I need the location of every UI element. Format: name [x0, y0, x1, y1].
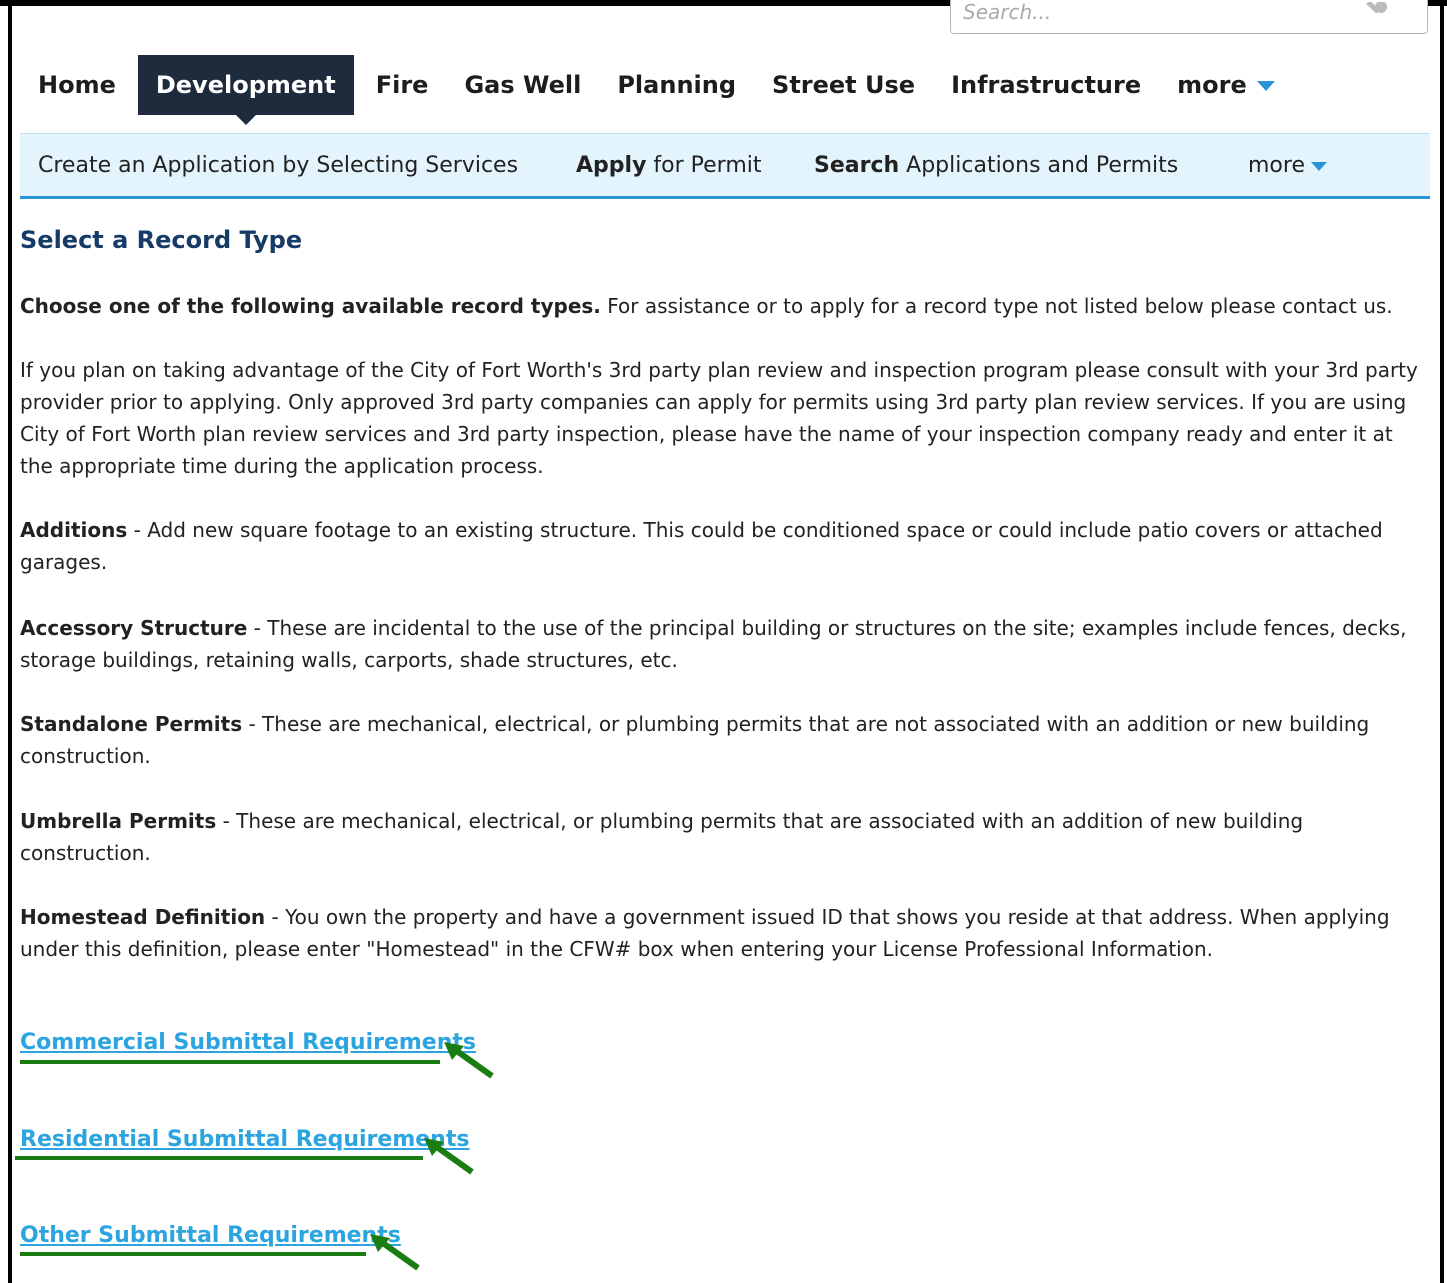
search-bold-text: Search — [814, 153, 900, 178]
search-icon[interactable] — [1366, 2, 1388, 20]
tab-more-label: more — [1177, 71, 1247, 99]
definition-umbrella-permits: Umbrella Permits - These are mechanical,… — [20, 805, 1425, 869]
tab-more[interactable]: more — [1159, 55, 1293, 115]
create-application-link[interactable]: Create an Application by Selecting Servi… — [38, 134, 518, 198]
search-input[interactable] — [961, 0, 1365, 27]
intro-rest-text: For assistance or to apply for a record … — [600, 294, 1393, 318]
intro-paragraph: Choose one of the following available re… — [20, 290, 1425, 322]
tab-infrastructure[interactable]: Infrastructure — [933, 55, 1159, 115]
sub-nav: Create an Application by Selecting Servi… — [20, 133, 1430, 199]
annotation-underline — [20, 1252, 366, 1256]
screenshot-frame-right — [1440, 0, 1444, 1283]
caret-down-icon — [1256, 81, 1275, 91]
annotation-arrow-icon — [424, 1138, 474, 1175]
search-applications-link[interactable]: Search Applications and Permits — [814, 134, 1178, 198]
annotation-arrow-icon — [444, 1042, 494, 1079]
apply-bold-text: Apply — [576, 153, 647, 178]
definition-additions: Additions - Add new square footage to an… — [20, 514, 1425, 578]
definition-text: - Add new square footage to an existing … — [20, 518, 1383, 574]
tab-planning[interactable]: Planning — [599, 55, 754, 115]
screenshot-frame-left — [8, 0, 12, 1283]
definition-term: Homestead Definition — [20, 905, 266, 929]
caret-down-icon — [1311, 161, 1327, 171]
tab-development[interactable]: Development — [137, 55, 354, 125]
definition-term: Additions — [20, 518, 128, 542]
definition-homestead: Homestead Definition - You own the prope… — [20, 901, 1425, 965]
definition-term: Umbrella Permits — [20, 809, 217, 833]
apply-for-permit-link[interactable]: Apply for Permit — [576, 134, 762, 198]
intro-bold-text: Choose one of the following available re… — [20, 294, 601, 318]
commercial-requirements-link[interactable]: Commercial Submittal Requirements — [20, 1030, 476, 1055]
annotation-underline — [20, 1060, 440, 1064]
other-requirements-link[interactable]: Other Submittal Requirements — [20, 1223, 401, 1248]
definition-standalone-permits: Standalone Permits - These are mechanica… — [20, 708, 1425, 772]
definition-term: Standalone Permits — [20, 712, 243, 736]
search-box[interactable] — [950, 0, 1428, 34]
subnav-more[interactable]: more — [1248, 134, 1327, 198]
third-party-paragraph: If you plan on taking advantage of the C… — [20, 358, 1418, 478]
residential-requirements-link[interactable]: Residential Submittal Requirements — [20, 1127, 469, 1152]
subnav-more-label: more — [1248, 153, 1305, 178]
annotation-underline — [15, 1156, 423, 1160]
apply-rest-text: for Permit — [646, 153, 762, 178]
definition-term: Accessory Structure — [20, 616, 248, 640]
annotation-arrow-icon — [370, 1234, 420, 1271]
tab-street-use[interactable]: Street Use — [754, 55, 933, 115]
main-nav: Home Development Fire Gas Well Planning … — [20, 55, 1293, 125]
page-title: Select a Record Type — [20, 226, 303, 254]
definition-accessory-structure: Accessory Structure - These are incident… — [20, 612, 1425, 676]
tab-home[interactable]: Home — [20, 55, 134, 115]
tab-fire[interactable]: Fire — [358, 55, 447, 115]
tab-gas-well[interactable]: Gas Well — [446, 55, 599, 115]
search-rest-text: Applications and Permits — [899, 153, 1179, 178]
